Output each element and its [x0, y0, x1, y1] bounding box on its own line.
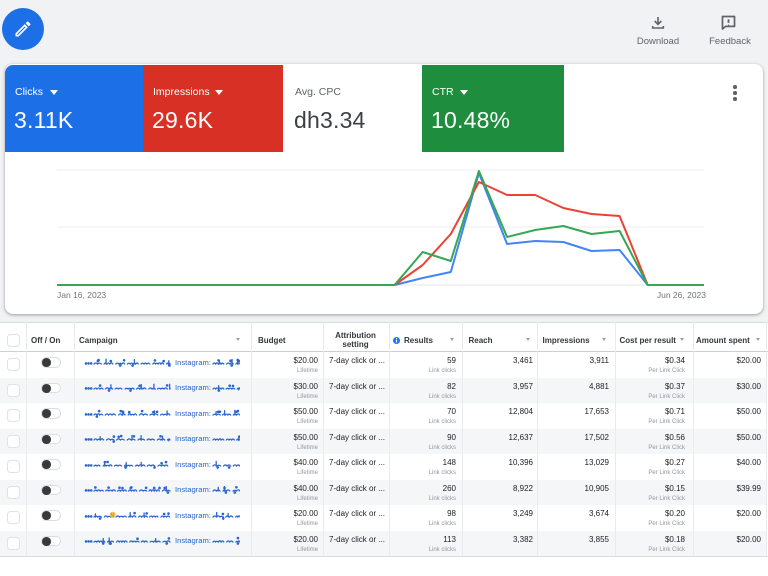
svg-text:Instagram:: Instagram:: [175, 358, 211, 367]
svg-text:Instagram:: Instagram:: [175, 485, 211, 494]
svg-text:Instagram:: Instagram:: [175, 460, 211, 469]
svg-text:Instagram:: Instagram:: [175, 536, 211, 545]
svg-text:Instagram:: Instagram:: [175, 511, 211, 520]
svg-text:Instagram:: Instagram:: [175, 409, 211, 418]
svg-text:Instagram:: Instagram:: [175, 434, 211, 443]
svg-text:Instagram:: Instagram:: [175, 383, 211, 392]
